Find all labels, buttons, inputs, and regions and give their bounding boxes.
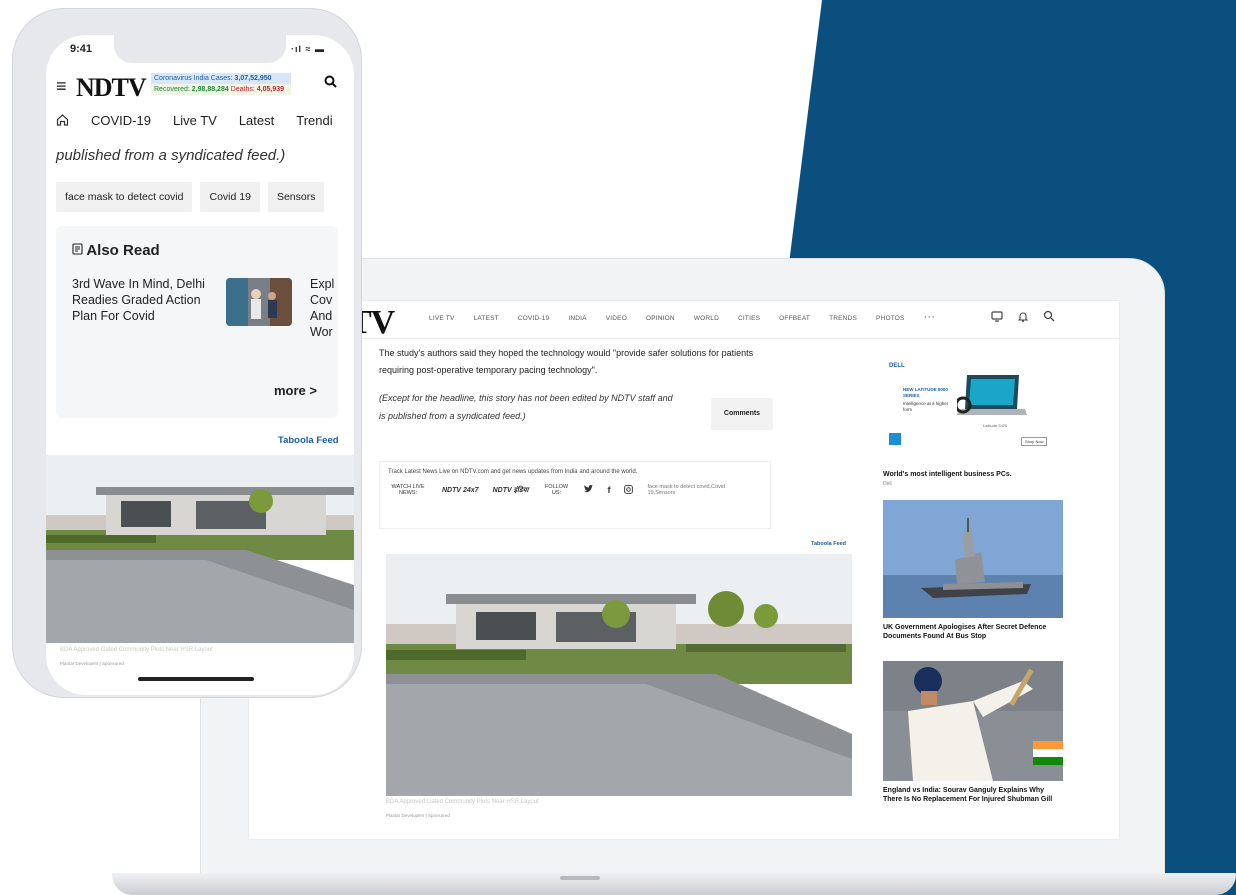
cricket-image[interactable] [883,661,1063,781]
nav-item-trends[interactable]: TRENDS [829,315,857,323]
ndtv-india-logo[interactable]: NDTV इंडिया [493,486,529,495]
facebook-icon[interactable]: f [607,485,610,495]
taboola-feed-label[interactable]: Taboola Feed [278,435,339,446]
tag-chip-sensors[interactable]: Sensors [267,182,325,212]
search-icon[interactable] [324,75,337,91]
dell-ad-headline: NEW LATITUDE 5000 SERIES [903,387,948,398]
dell-ad-brand: DELL [889,363,905,369]
bell-icon[interactable] [1017,310,1029,325]
nav-item-live-tv[interactable]: LIVE TV [429,315,455,323]
nav-item-video[interactable]: VIDEO [606,315,627,323]
deaths-label: Deaths: [230,86,255,93]
tab-live-tv[interactable]: Live TV [173,113,217,129]
comments-button[interactable]: Comments [711,398,773,430]
hero-caption[interactable]: BDA Approved Gated Community Plots Near … [386,799,539,805]
phone-frame: 9:41 ·ıl ≈ ▬ ≡ NDTV Coronavirus India Ca… [12,8,362,698]
ndtv-logo[interactable]: NDTV [76,73,147,103]
watch-live-label: WATCH LIVE NEWS: [391,484,425,496]
syndication-note: (Except for the headline, this story has… [379,393,673,421]
cricket-story-title[interactable]: England vs India: Sourav Ganguly Explain… [883,786,1063,804]
tag-chip-covid-19[interactable]: Covid 19 [200,182,260,212]
dell-ad-badge [889,433,901,445]
laptop-product-image [957,375,1027,415]
article-body: The study's authors said they hoped the … [379,345,759,425]
tv-icon[interactable] [991,310,1003,325]
status-icons: ·ıl ≈ ▬ [291,44,325,54]
covid-cases-label: Coronavirus India Cases: [154,75,233,82]
laptop-notch [560,876,600,880]
also-read-title: Also Read [86,242,160,259]
also-read-next-story[interactable]: Expl Cov And Wor [310,276,350,340]
covid-cases-row: Coronavirus India Cases: 3,07,52,950 [151,73,291,84]
laptop-sidebar: DELL NEW LATITUDE 5000 SERIES Intelligen… [883,357,1063,804]
more-link[interactable]: more > [274,383,317,398]
nav-item-latest[interactable]: LATEST [474,315,499,323]
nav-item-india[interactable]: INDIA [568,315,586,323]
document-icon [72,243,86,258]
nav-item-opinion[interactable]: OPINION [646,315,675,323]
dell-shop-now-button[interactable]: Shop Now [1021,437,1048,446]
recovered-label: Recovered: [154,86,190,93]
track-news-box: Track Latest News Live on NDTV.com and g… [379,461,771,529]
tag-chip-face-mask[interactable]: face mask to detect covid [56,182,193,212]
nav-item-covid-19[interactable]: COVID-19 [518,315,550,323]
instagram-icon[interactable] [624,484,634,496]
recovered-value: 2,98,88,284 [191,86,229,93]
warship-image[interactable] [883,500,1063,618]
nav-item-offbeat[interactable]: OFFBEAT [779,315,810,323]
laptop-screen: TV LIVE TV LATEST COVID-19 INDIA VIDEO O… [248,300,1120,840]
sponsored-hero-image[interactable] [46,455,354,643]
tab-trending[interactable]: Trendi [296,113,332,129]
also-read-heading: Also Read [72,242,160,259]
phone-screen: 9:41 ·ıl ≈ ▬ ≡ NDTV Coronavirus India Ca… [46,35,354,695]
tab-covid-19[interactable]: COVID-19 [91,113,151,129]
nav-item-world[interactable]: WORLD [694,315,719,323]
also-read-story[interactable]: 3rd Wave In Mind, Delhi Readies Graded A… [72,276,212,324]
more-menu-icon[interactable]: ··· [924,311,936,323]
covid-ticker[interactable]: Coronavirus India Cases: 3,07,52,950 Rec… [151,73,291,95]
also-read-thumbnail[interactable] [226,278,292,326]
article-paragraph: The study's authors said they hoped the … [379,348,754,375]
watch-follow-row: WATCH LIVE NEWS: NDTV 24x7 NDTV इंडिया F… [388,484,762,496]
phone-notch [114,35,286,63]
dell-card-title[interactable]: World's most intelligent business PCs. [883,470,1063,479]
laptop-nav-menu: LIVE TV LATEST COVID-19 INDIA VIDEO OPIN… [429,311,935,323]
twitter-icon[interactable] [584,485,594,495]
article-tags[interactable]: face mask to detect covid,Covid 19,Senso… [647,484,737,496]
dell-card-source: Dell [883,481,892,487]
dell-ad-tagline: Intelligence at a higher form [903,401,949,412]
laptop-base [112,873,1236,895]
ndtv-24x7-logo[interactable]: NDTV 24x7 [442,487,479,494]
sponsored-hero-image[interactable] [386,554,852,796]
laptop-navbar: TV LIVE TV LATEST COVID-19 INDIA VIDEO O… [249,301,1119,341]
hero-source: Plantar Developers | Sponsored [60,661,124,666]
deaths-value: 4,05,939 [256,86,285,93]
syndication-note: published from a syndicated feed.) [56,147,286,164]
also-read-box: Also Read 3rd Wave In Mind, Delhi Readie… [56,226,338,418]
phone-tab-bar: COVID-19 Live TV Latest Trendi [56,113,333,129]
phone-header: ≡ NDTV Coronavirus India Cases: 3,07,52,… [46,71,354,105]
dell-ad[interactable]: DELL NEW LATITUDE 5000 SERIES Intelligen… [883,357,1053,465]
hero-caption[interactable]: BDA Approved Gated Community Plots Near … [60,647,213,653]
status-time: 9:41 [70,43,93,55]
follow-us-label: FOLLOW US: [544,484,569,496]
covid-outcomes-row: Recovered: 2,98,88,284 Deaths: 4,05,939 [151,84,291,95]
track-news-text: Track Latest News Live on NDTV.com and g… [388,469,638,475]
nav-item-photos[interactable]: PHOTOS [876,315,905,323]
home-icon[interactable] [56,113,69,129]
tag-chips: face mask to detect covid Covid 19 Senso… [56,182,325,212]
tab-latest[interactable]: Latest [239,113,274,129]
home-indicator [138,677,254,681]
dell-ad-model: Latitude 5420 [983,423,1008,428]
search-icon[interactable] [1043,310,1055,325]
warship-story-title[interactable]: UK Government Apologises After Secret De… [883,623,1063,641]
hero-source: Plantar Developers | Sponsored [386,813,450,818]
taboola-feed-label[interactable]: Taboola Feed [811,541,846,547]
laptop-nav-icons [991,310,1055,325]
hamburger-menu-icon[interactable]: ≡ [56,76,67,97]
nav-item-cities[interactable]: CITIES [738,315,760,323]
covid-cases-value: 3,07,52,950 [234,75,272,82]
